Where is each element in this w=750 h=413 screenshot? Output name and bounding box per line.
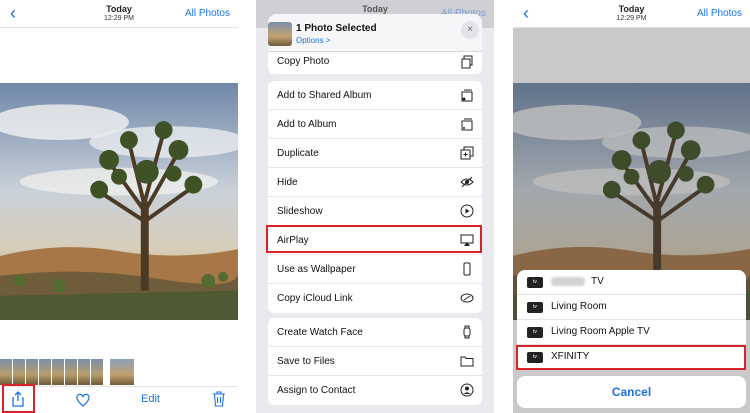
action-label: Create Watch Face <box>277 327 363 338</box>
thumbnail[interactable] <box>26 359 38 385</box>
contact-icon <box>460 383 474 397</box>
action-label: Use as Wallpaper <box>277 264 356 275</box>
action-label: Copy iCloud Link <box>277 293 353 304</box>
phone-icon <box>460 262 474 276</box>
xfinity-highlight-box <box>516 345 746 370</box>
nav-bar: ‹ Today 12:29 PM All Photos <box>0 0 238 28</box>
share-sheet: 1 Photo Selected Options > × Copy Photo … <box>268 14 482 413</box>
action-slideshow[interactable]: Slideshow <box>268 197 482 226</box>
action-label: Hide <box>277 177 298 188</box>
photo-viewer-panel: ‹ Today 12:29 PM All Photos Edit <box>0 0 238 413</box>
device-name: Living Room Apple TV <box>551 326 650 337</box>
copy-group: Copy Photo <box>268 52 482 74</box>
edit-button[interactable]: Edit <box>141 393 160 405</box>
action-label: Add to Shared Album <box>277 90 372 101</box>
share-sheet-panel: Today All Photos 1 Photo Selected Option… <box>256 0 494 413</box>
selected-thumbnail[interactable] <box>110 359 134 385</box>
selection-title: 1 Photo Selected <box>296 23 377 34</box>
redacted-name <box>551 276 585 286</box>
date-title: Today <box>618 4 645 14</box>
actions-group-1: Add to Shared Album Add to Album Duplicate… <box>268 81 482 313</box>
action-label: Assign to Contact <box>277 385 356 396</box>
action-label: Add to Album <box>277 119 337 130</box>
album-icon <box>460 117 474 131</box>
copy-icon <box>460 55 474 69</box>
action-add-to-album[interactable]: Add to Album <box>268 110 482 139</box>
play-icon <box>460 204 474 218</box>
action-assign-to-contact[interactable]: Assign to Contact <box>268 376 482 405</box>
nav-bar: ‹ Today 12:29 PM All Photos <box>513 0 750 28</box>
selected-photo-thumbnail <box>268 22 292 46</box>
date-title: Today <box>362 4 388 14</box>
folder-icon <box>460 354 474 368</box>
thumbnail[interactable] <box>39 359 51 385</box>
airplay-panel: ‹ Today 12:29 PM All Photos tv TV tv Living… <box>513 0 750 413</box>
action-add-to-shared-album[interactable]: Add to Shared Album <box>268 81 482 110</box>
all-photos-link[interactable]: All Photos <box>185 8 230 19</box>
date-title: Today <box>106 4 132 14</box>
device-name: TV <box>591 276 604 287</box>
thumbnail[interactable] <box>0 359 12 385</box>
all-photos-link[interactable]: All Photos <box>697 8 742 19</box>
action-hide[interactable]: Hide <box>268 168 482 197</box>
thumbnail[interactable] <box>78 359 90 385</box>
duplicate-icon <box>460 146 474 160</box>
airplay-highlight-box <box>266 225 482 253</box>
actions-group-2: Create Watch Face Save to Files Assign to … <box>268 318 482 405</box>
options-link[interactable]: Options > <box>296 36 330 45</box>
apple-tv-icon: tv <box>527 302 543 313</box>
link-icon <box>460 291 474 305</box>
action-label: Copy Photo <box>277 56 330 67</box>
device-name: Living Room <box>551 301 607 312</box>
bottom-toolbar: Edit <box>0 386 238 413</box>
action-create-watch-face[interactable]: Create Watch Face <box>268 318 482 347</box>
trash-icon[interactable] <box>212 391 226 410</box>
action-copy-photo[interactable]: Copy Photo <box>268 52 482 74</box>
action-label: Save to Files <box>277 356 335 367</box>
apple-tv-icon: tv <box>527 327 543 338</box>
thumbnail[interactable] <box>91 359 103 385</box>
action-label: Duplicate <box>277 148 319 159</box>
device-label: TV <box>551 276 604 287</box>
airplay-device-living-room-apple-tv[interactable]: tv Living Room Apple TV <box>517 320 746 345</box>
heart-icon[interactable] <box>75 392 91 410</box>
hide-icon <box>460 175 474 189</box>
thumbnail[interactable] <box>13 359 25 385</box>
close-icon[interactable]: × <box>461 21 479 39</box>
action-copy-icloud-link[interactable]: Copy iCloud Link <box>268 284 482 313</box>
main-photo <box>0 83 238 320</box>
device-label: Living Room <box>551 301 607 312</box>
airplay-device-tv[interactable]: tv TV <box>517 270 746 295</box>
airplay-device-living-room[interactable]: tv Living Room <box>517 295 746 320</box>
action-label: Slideshow <box>277 206 323 217</box>
apple-tv-icon: tv <box>527 277 543 288</box>
action-save-to-files[interactable]: Save to Files <box>268 347 482 376</box>
action-duplicate[interactable]: Duplicate <box>268 139 482 168</box>
thumbnail[interactable] <box>52 359 64 385</box>
cancel-button[interactable]: Cancel <box>517 376 746 408</box>
share-sheet-header: 1 Photo Selected Options > × <box>268 14 482 52</box>
device-label: Living Room Apple TV <box>551 326 650 337</box>
share-highlight-box <box>2 384 35 413</box>
watch-icon <box>460 325 474 339</box>
thumbnail[interactable] <box>65 359 77 385</box>
thumbnail-strip[interactable] <box>0 359 134 385</box>
action-use-as-wallpaper[interactable]: Use as Wallpaper <box>268 255 482 284</box>
shared-album-icon <box>460 88 474 102</box>
